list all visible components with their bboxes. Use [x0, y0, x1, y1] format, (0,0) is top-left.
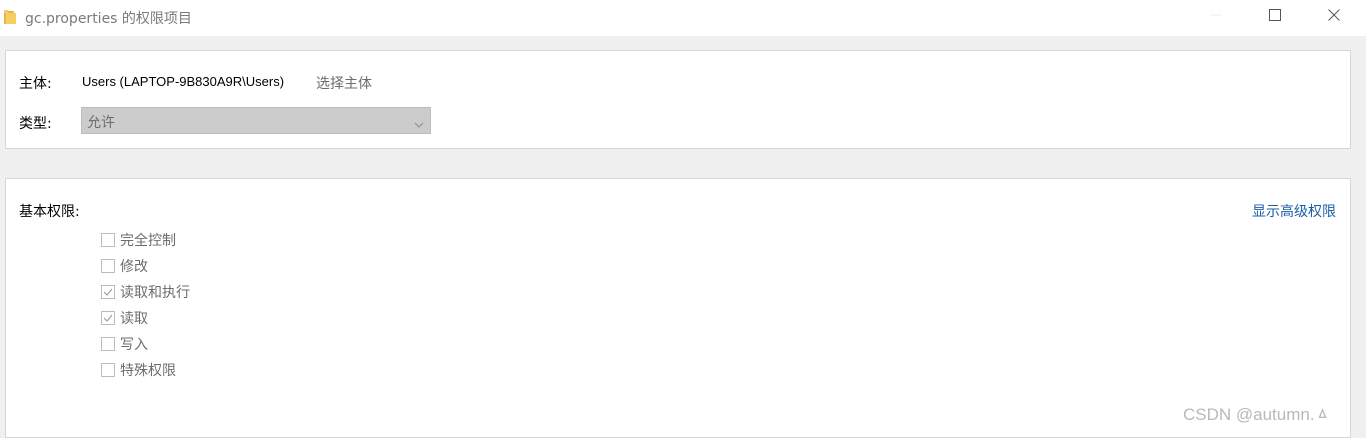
- permission-label: 读取和执行: [120, 285, 190, 301]
- folder-icon: [4, 10, 16, 24]
- basic-permissions-heading: 基本权限:: [19, 204, 80, 220]
- chevron-down-icon: [414, 117, 424, 128]
- checkmark-icon: [103, 314, 113, 322]
- permission-special[interactable]: 特殊权限: [101, 361, 176, 379]
- checkbox-checked[interactable]: [101, 285, 115, 299]
- checkbox[interactable]: [101, 233, 115, 247]
- show-advanced-permissions-link[interactable]: 显示高级权限: [1252, 201, 1336, 221]
- permission-label: 修改: [120, 259, 148, 275]
- close-button[interactable]: [1304, 0, 1364, 34]
- checkbox[interactable]: [101, 259, 115, 273]
- checkbox-checked[interactable]: [101, 311, 115, 325]
- title-bar: gc.properties 的权限项目: [0, 0, 1366, 36]
- permission-label: 写入: [120, 337, 148, 353]
- type-dropdown-value: 允许: [87, 115, 115, 131]
- checkbox[interactable]: [101, 337, 115, 351]
- permission-read[interactable]: 读取: [101, 309, 148, 327]
- window-edge: [1360, 36, 1366, 430]
- maximize-button[interactable]: [1245, 0, 1305, 34]
- type-label: 类型:: [19, 116, 52, 132]
- principal-panel: 主体: Users (LAPTOP-9B830A9R\Users) 选择主体 类…: [5, 50, 1351, 149]
- minimize-icon: [1210, 9, 1222, 25]
- permission-full-control[interactable]: 完全控制: [101, 231, 176, 249]
- permission-label: 完全控制: [120, 233, 176, 249]
- maximize-icon: [1269, 9, 1281, 25]
- permission-read-execute[interactable]: 读取和执行: [101, 283, 190, 301]
- permission-label: 特殊权限: [120, 363, 176, 379]
- window-title: gc.properties 的权限项目: [25, 11, 192, 27]
- permissions-panel: 基本权限: 显示高级权限 完全控制 修改 读取和执行 读取 写入 特殊权限: [5, 178, 1351, 438]
- close-icon: [1328, 9, 1340, 25]
- permission-write[interactable]: 写入: [101, 335, 148, 353]
- watermark: CSDN @autumn.ㅿ: [1183, 405, 1331, 424]
- checkmark-icon: [103, 288, 113, 296]
- minimize-button[interactable]: [1186, 0, 1246, 34]
- principal-label: 主体:: [19, 76, 52, 92]
- type-dropdown[interactable]: 允许: [81, 107, 431, 134]
- principal-value: Users (LAPTOP-9B830A9R\Users): [82, 74, 285, 89]
- permission-label: 读取: [120, 311, 148, 327]
- checkbox[interactable]: [101, 363, 115, 377]
- select-principal-link[interactable]: 选择主体: [316, 73, 372, 93]
- permission-modify[interactable]: 修改: [101, 257, 148, 275]
